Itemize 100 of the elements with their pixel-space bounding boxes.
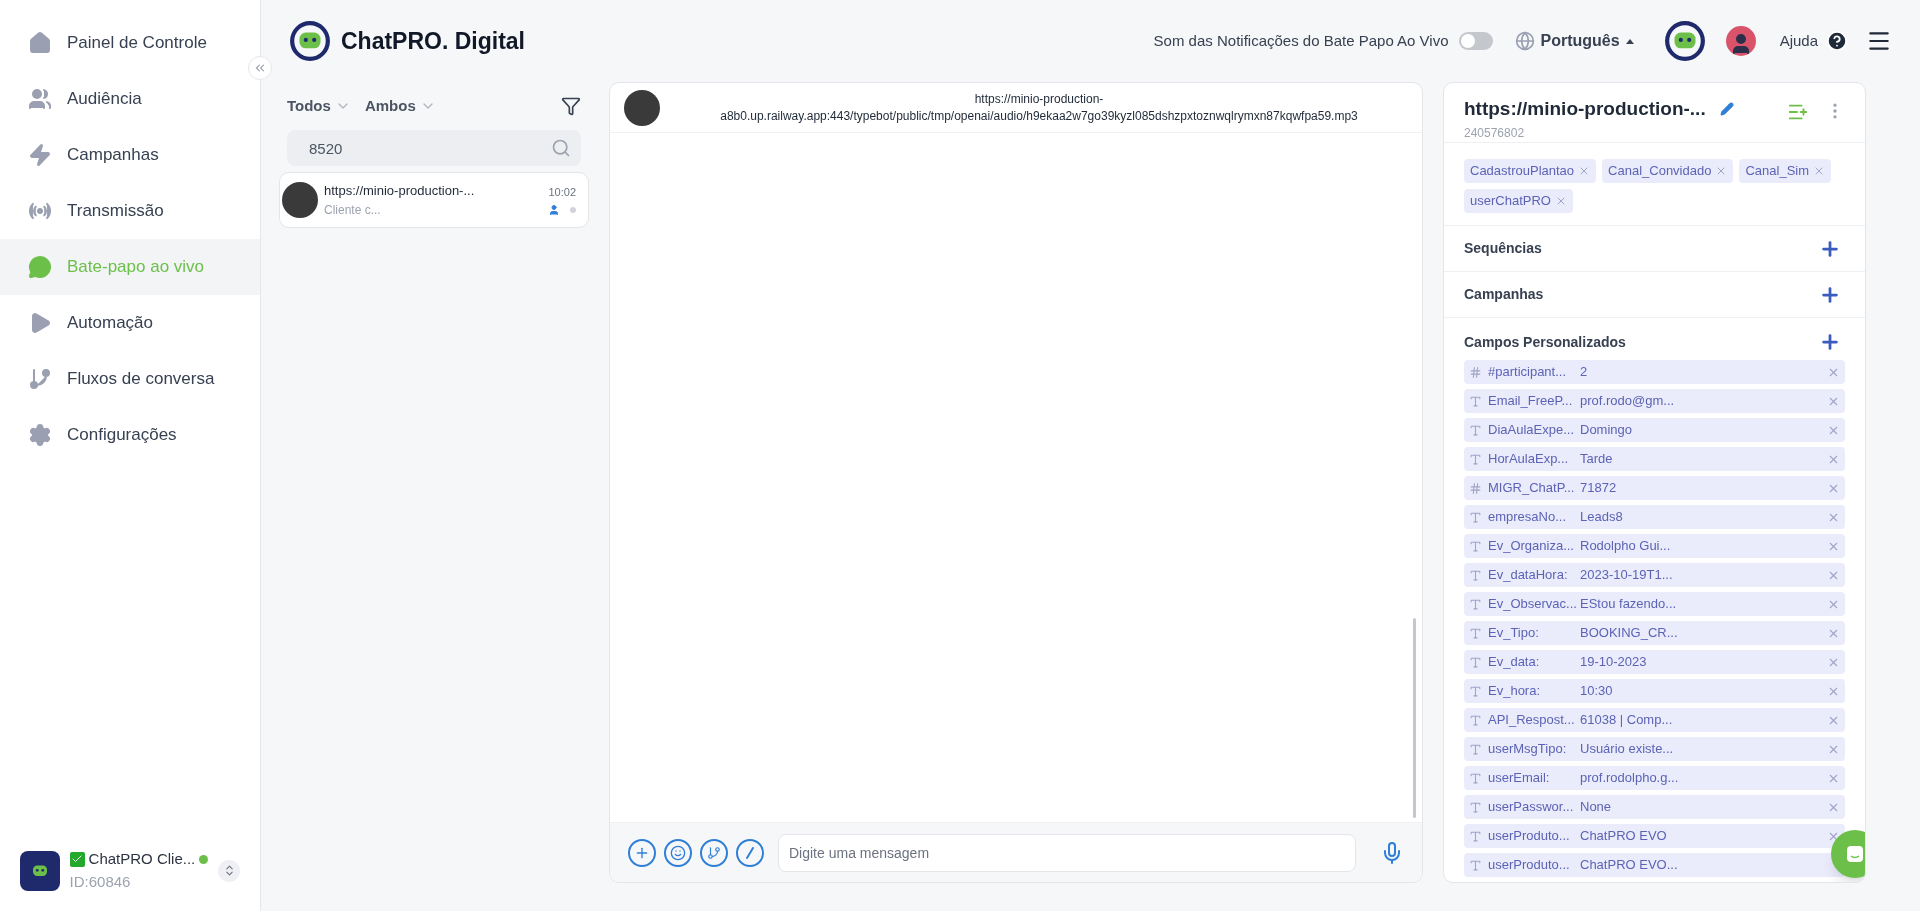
text-type-icon [1469,510,1482,524]
flow-button[interactable] [700,838,728,867]
custom-field-chip[interactable]: Ev_Observac... EStou fazendo... [1464,592,1845,616]
caret-icon [1625,38,1634,44]
sidebar-item[interactable]: Painel de Controle [0,15,260,71]
text-type-icon [1469,684,1482,698]
custom-field-chip[interactable]: Ev_dataHora: 2023-10-19T1... [1464,563,1845,587]
lightning-icon [28,143,52,167]
globe-icon [1514,31,1535,51]
conversation-time: 10:02 [548,184,576,200]
sidebar-item[interactable]: Audiência [0,71,260,127]
filter-dropdown[interactable]: Todos [287,94,351,118]
notification-sound-label: Som das Notificações do Bate Papo Ao Vivo [1153,30,1449,51]
custom-field-chip[interactable]: userMsgTipo: Usuário existe... [1464,737,1845,761]
text-type-icon [1469,771,1482,785]
custom-field-chip[interactable]: HorAulaExp... Tarde [1464,447,1845,471]
slash-icon [744,846,756,859]
text-type-icon [1469,394,1482,408]
branch-icon [28,367,52,391]
notification-toggle[interactable] [1458,32,1493,50]
emoji-button[interactable] [664,838,692,867]
chat-bubble-icon [28,255,52,279]
people-icon [28,87,52,111]
pencil-icon[interactable] [1719,102,1734,117]
text-type-icon [1469,858,1482,872]
settings-icon [28,423,52,447]
branch-icon [707,845,721,860]
home-icon [28,31,52,55]
custom-field-chip[interactable]: Ev_Tipo: BOOKING_CR... [1464,621,1845,645]
text-type-icon [1469,742,1482,756]
custom-field-chip[interactable]: Ev_hora: 10:30 [1464,679,1845,703]
custom-field-chip[interactable]: DiaAulaExpe... Domingo [1464,418,1845,442]
help-icon[interactable] [1826,30,1848,52]
custom-field-chip[interactable]: empresaNo... Leads8 [1464,505,1845,529]
section-title: Campanhas [1464,285,1544,304]
text-type-icon [1469,539,1482,553]
custom-field-chip[interactable]: Ev_Organiza... Rodolpho Gui... [1464,534,1845,558]
text-type-icon [1469,713,1482,727]
hash-icon [1469,365,1482,379]
custom-field-chip[interactable]: MIGR_ChatP... 71872 [1464,476,1845,500]
robot-logo-icon [1663,20,1706,62]
tag-chip[interactable]: Canal_Convidado [1602,159,1734,183]
tag-chip[interactable]: Canal_Sim [1739,159,1832,183]
account-name: ChatPRO Clie... [88,849,196,869]
brand-name: ChatPRO. Digital [341,26,525,56]
double-chevron-left-icon [253,61,267,75]
help-link[interactable]: Ajuda [1779,29,1818,53]
chat-bubble-icon [1845,844,1865,864]
sidebar-item[interactable]: Configurações [0,407,260,463]
sidebar-item[interactable]: Transmissão [0,183,260,239]
contact-name: https://minio-production-... [1464,97,1706,121]
custom-field-chip[interactable]: userEmail: prof.rodolpho.g... [1464,766,1845,790]
conversation-preview: Cliente c... [324,201,382,219]
add-icon[interactable] [1819,331,1841,353]
user-avatar[interactable] [1725,26,1756,56]
message-input[interactable]: Digite uma mensagem [778,833,1356,872]
text-type-icon [1469,568,1482,582]
filter-dropdown[interactable]: Ambos [364,94,436,118]
hash-icon [1469,481,1482,495]
tag-chip[interactable]: CadastrouPlantao [1464,159,1597,183]
search-icon [551,138,571,158]
sidebar-item[interactable]: Automação [0,295,260,351]
text-type-icon [1469,597,1482,611]
contact-id: 240576802 [1464,124,1526,142]
robot-logo-icon [289,20,331,62]
custom-field-chip[interactable]: API_Respost... 61038 | Comp... [1464,708,1845,732]
sidebar-item[interactable]: Campanhas [0,127,260,183]
conversation-title: https://minio-production-... [324,182,476,201]
text-type-icon [1469,626,1482,640]
section-title: Sequências [1464,239,1542,258]
custom-field-chip[interactable]: Email_FreeP... prof.rodo@gm... [1464,389,1845,413]
verified-check-icon [69,851,85,867]
text-type-icon [1469,655,1482,669]
account-switch-button[interactable] [218,859,240,882]
text-type-icon [1469,452,1482,466]
conversation-item[interactable]: https://minio-production-... Cliente c... 10:02 [279,172,589,228]
sidebar-item[interactable]: Fluxos de conversa [0,351,260,407]
language-selector[interactable]: Português [1540,29,1634,53]
custom-field-chip[interactable]: #participant... 2 [1464,360,1845,384]
conversation-header-title: https://minio-production-a8b0.up.railway.app:443/typebot/public/tmp/openai/audio/h9ekaa2w7go39kyzl085dshzpxtoznwqlrymxn87kqwfpa59.mp3 [719,90,1359,125]
custom-field-chip[interactable]: Ev_data: 19-10-2023 [1464,650,1845,674]
add-button[interactable] [628,838,656,867]
slash-command-button[interactable] [736,838,764,867]
search-field[interactable]: 8520 [287,130,581,166]
smiley-icon [670,844,686,861]
avatar-placeholder [282,182,318,218]
section-title: Campos Personalizados [1464,332,1626,352]
collapse-sidebar-button[interactable] [248,56,272,80]
avatar-placeholder [624,89,660,126]
text-type-icon [1469,423,1482,437]
custom-field-chip[interactable]: userPasswor... None [1464,795,1845,819]
scrollbar[interactable] [1413,618,1416,818]
text-type-icon [1469,829,1482,843]
tag-chip[interactable]: userChatPRO [1464,189,1573,213]
text-type-icon [1469,800,1482,814]
custom-field-chip[interactable]: userProduto... ChatPRO EVO... [1464,853,1845,877]
filter-icon[interactable] [561,96,581,116]
person-icon [548,204,560,217]
custom-field-chip[interactable]: userProduto... ChatPRO EVO [1464,824,1845,848]
account-id: ID:60846 [69,871,132,892]
